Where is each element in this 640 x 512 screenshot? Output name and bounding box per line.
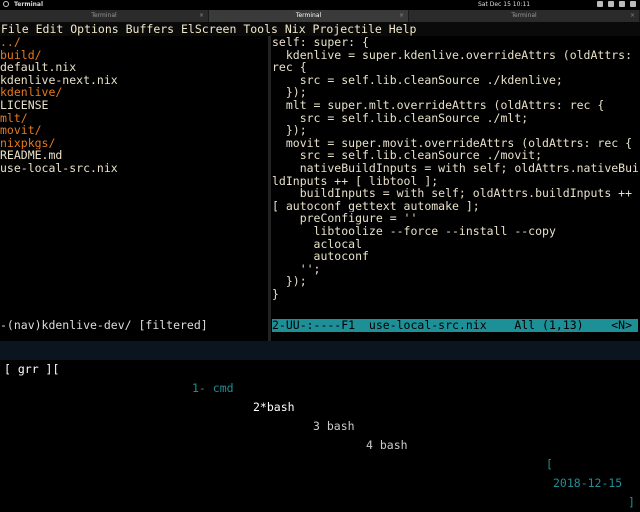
terminal-tabs: Terminal × Terminal × Terminal × xyxy=(0,10,640,22)
dired-directory[interactable]: kdenlive/ xyxy=(0,86,268,99)
editor-pane[interactable]: self: super: { kdenlive = super.kdenlive… xyxy=(272,36,638,328)
code-line[interactable]: nativeBuildInputs = with self; oldAttrs.… xyxy=(272,162,638,175)
code-line[interactable]: } xyxy=(272,288,638,301)
dired-pane[interactable]: ../build/default.nix kdenlive-next.nix kde… xyxy=(0,36,268,328)
editor-modeline: 2-UU-:----F1 use-local-src.nix All (1,13… xyxy=(272,318,640,332)
terminal-area[interactable]: File Edit Options Buffers ElScreen Tools… xyxy=(0,22,640,360)
code-line[interactable]: aclocal xyxy=(272,238,638,251)
code-line[interactable]: mlt = super.mlt.overrideAttrs (oldAttrs:… xyxy=(272,99,638,112)
activities-icon[interactable] xyxy=(3,1,9,7)
system-tray[interactable] xyxy=(597,1,636,7)
code-line[interactable]: autoconf xyxy=(272,250,638,263)
code-line[interactable]: rec { xyxy=(272,61,638,74)
tab-label: Terminal xyxy=(511,12,537,19)
close-icon[interactable]: × xyxy=(199,10,204,22)
code-line[interactable]: self: super: { xyxy=(272,36,638,49)
tab-label: Terminal xyxy=(295,12,322,19)
code-line[interactable]: libtoolize --force --install --copy xyxy=(272,225,638,238)
close-icon[interactable]: × xyxy=(630,10,635,22)
tab-terminal-1[interactable]: Terminal × xyxy=(0,10,209,22)
dired-directory[interactable]: mlt/ xyxy=(0,112,268,125)
dired-directory[interactable]: movit/ xyxy=(0,124,268,137)
dired-directory[interactable]: nixpkgs/ xyxy=(0,137,268,150)
code-line[interactable]: preConfigure = '' xyxy=(272,212,638,225)
emacs-menubar[interactable]: File Edit Options Buffers ElScreen Tools… xyxy=(0,22,640,36)
power-menu-icon xyxy=(630,1,636,7)
tmux-session: [ grr ][ xyxy=(4,362,60,376)
code-line[interactable]: src = self.lib.cleanSource ./movit; xyxy=(272,149,638,162)
tmux-window-4[interactable]: 4 bash xyxy=(366,436,408,455)
dired-file[interactable]: kdenlive-next.nix xyxy=(0,74,268,87)
tmux-date-bracket-left: [ xyxy=(546,457,553,471)
network-icon xyxy=(597,1,603,7)
volume-icon xyxy=(608,1,614,7)
clock[interactable]: Sat Dec 15 10:11 xyxy=(478,1,530,8)
tmux-window-1[interactable]: 1- cmd xyxy=(192,379,234,398)
tab-terminal-3[interactable]: Terminal × xyxy=(409,10,640,22)
code-line[interactable]: }); xyxy=(272,86,638,99)
dired-directory[interactable]: build/ xyxy=(0,49,268,62)
battery-icon xyxy=(619,1,625,7)
tmux-date: 2018-12-15 xyxy=(553,476,623,490)
code-line[interactable]: movit = super.movit.overrideAttrs (oldAt… xyxy=(272,137,638,150)
tab-label: Terminal xyxy=(91,12,117,19)
dired-directory[interactable]: ../ xyxy=(0,36,268,49)
dired-file[interactable]: LICENSE xyxy=(0,99,268,112)
window-divider[interactable] xyxy=(268,36,271,348)
code-line[interactable]: }); xyxy=(272,275,638,288)
close-icon[interactable]: × xyxy=(399,10,404,22)
dired-file[interactable]: default.nix xyxy=(0,61,268,74)
dired-file[interactable]: use-local-src.nix xyxy=(0,162,268,175)
tmux-window-2[interactable]: 2*bash xyxy=(253,398,295,417)
system-topbar: Terminal Sat Dec 15 10:11 xyxy=(0,0,640,10)
code-line[interactable]: buildInputs = with self; oldAttrs.buildI… xyxy=(272,187,638,200)
code-line[interactable]: kdenlive = super.kdenlive.overrideAttrs … xyxy=(272,49,638,62)
tmux-window-3[interactable]: 3 bash xyxy=(313,417,355,436)
tmux-statusbar: [ grr ][ 1- cmd 2*bash 3 bash 4 bash [ 2… xyxy=(0,341,640,509)
code-line[interactable]: src = self.lib.cleanSource ./mlt; xyxy=(272,112,638,125)
app-title[interactable]: Terminal xyxy=(14,1,43,8)
code-line[interactable]: [ autoconf gettext automake ]; xyxy=(272,200,638,213)
code-line[interactable]: ldInputs ++ [ libtool ]; xyxy=(272,175,638,188)
tmux-date-bracket-right: ] xyxy=(628,495,635,509)
dired-modeline: -(nav)kdenlive-dev/ [filtered] xyxy=(0,318,208,332)
code-line[interactable]: }); xyxy=(272,124,638,137)
dired-file[interactable]: README.md xyxy=(0,149,268,162)
code-line[interactable]: ''; xyxy=(272,263,638,276)
code-line[interactable]: src = self.lib.cleanSource ./kdenlive; xyxy=(272,74,638,87)
tab-terminal-2[interactable]: Terminal × xyxy=(209,10,409,22)
